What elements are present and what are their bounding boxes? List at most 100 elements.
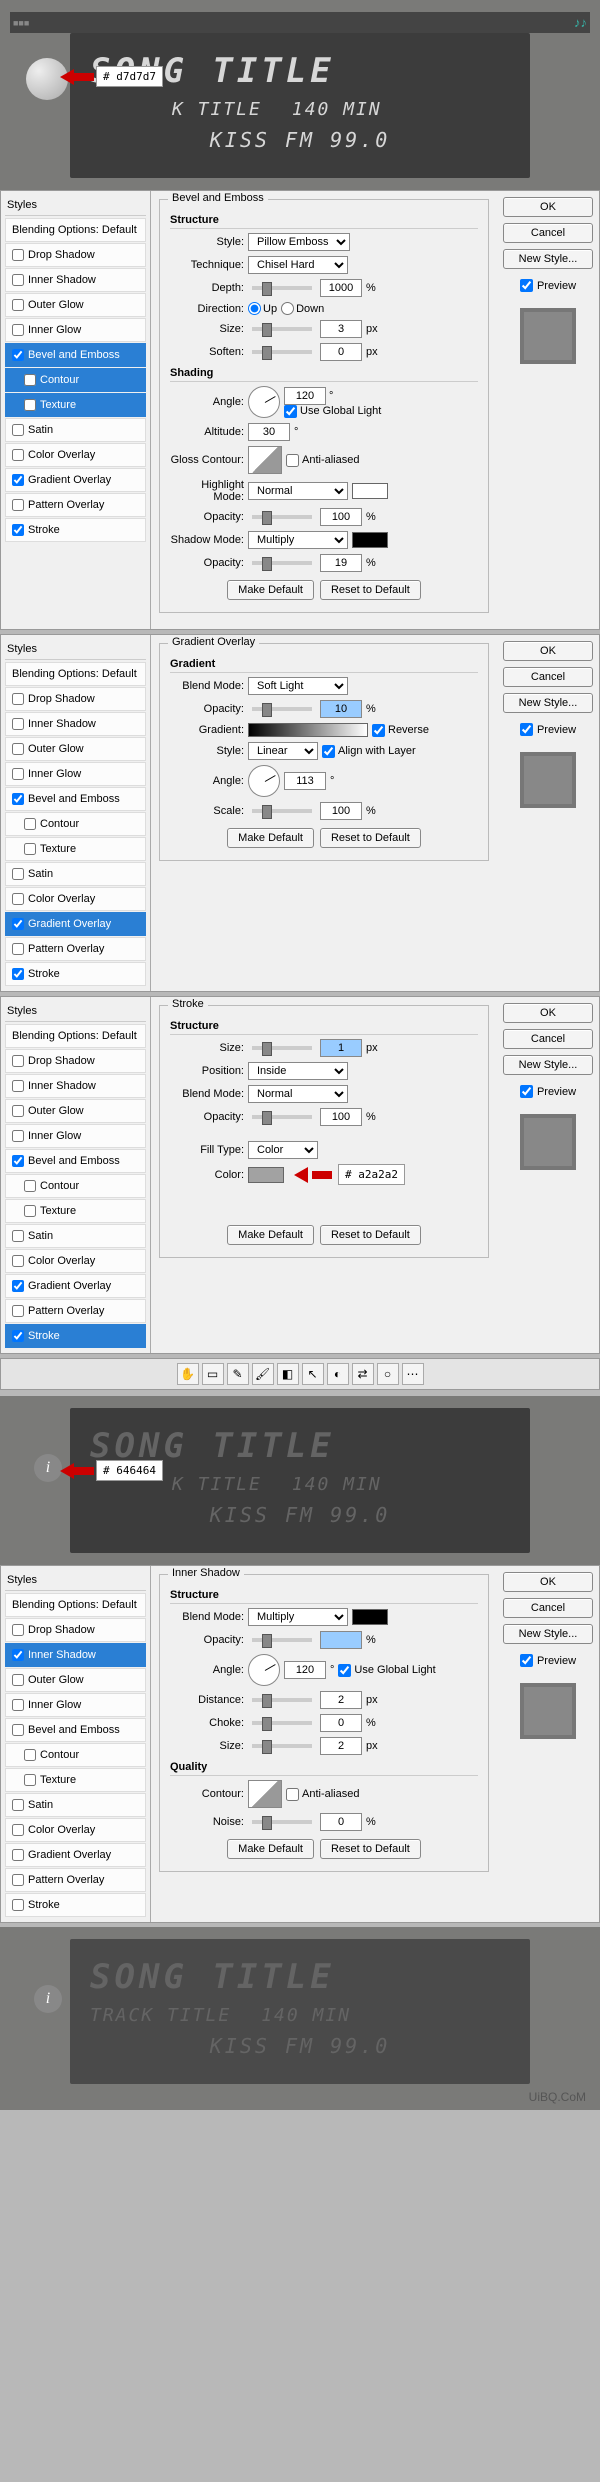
global-light-checkbox[interactable]: Use Global Light bbox=[284, 405, 381, 418]
hl-opacity-slider[interactable] bbox=[252, 515, 312, 519]
style-outer-glow[interactable]: Outer Glow bbox=[5, 737, 146, 761]
direction-down-radio[interactable]: Down bbox=[281, 302, 324, 315]
cursor-tool-icon[interactable]: ↖ bbox=[302, 1363, 324, 1385]
reset-default-button[interactable]: Reset to Default bbox=[320, 828, 421, 848]
style-color-overlay[interactable]: Color Overlay bbox=[5, 1249, 146, 1273]
position-select[interactable]: Inside bbox=[248, 1062, 348, 1080]
reverse-checkbox[interactable]: Reverse bbox=[372, 724, 429, 737]
gloss-contour-picker[interactable] bbox=[248, 446, 282, 474]
choke-input[interactable] bbox=[320, 1714, 362, 1732]
shadow-color-swatch[interactable] bbox=[352, 532, 388, 548]
altitude-input[interactable] bbox=[248, 423, 290, 441]
style-blending-options[interactable]: Blending Options: Default bbox=[5, 218, 146, 242]
style-satin[interactable]: Satin bbox=[5, 1793, 146, 1817]
style-texture[interactable]: Texture bbox=[5, 393, 146, 417]
style-stroke[interactable]: Stroke bbox=[5, 518, 146, 542]
anti-aliased-checkbox[interactable]: Anti-aliased bbox=[286, 454, 359, 467]
fill-tool-icon[interactable]: ◐ bbox=[327, 1363, 349, 1385]
drop-shadow-checkbox[interactable] bbox=[12, 249, 24, 261]
satin-checkbox[interactable] bbox=[12, 424, 24, 436]
distance-input[interactable] bbox=[320, 1691, 362, 1709]
blur-tool-icon[interactable]: ○ bbox=[377, 1363, 399, 1385]
style-drop-shadow[interactable]: Drop Shadow bbox=[5, 1618, 146, 1642]
is-anti-aliased-checkbox[interactable]: Anti-aliased bbox=[286, 1788, 359, 1801]
inner-shadow-checkbox[interactable] bbox=[12, 274, 24, 286]
shadow-mode-select[interactable]: Multiply bbox=[248, 531, 348, 549]
sh-opacity-slider[interactable] bbox=[252, 561, 312, 565]
fill-type-select[interactable]: Color bbox=[248, 1141, 318, 1159]
style-gradient-overlay[interactable]: Gradient Overlay bbox=[5, 912, 146, 936]
style-drop-shadow[interactable]: Drop Shadow bbox=[5, 243, 146, 267]
is-size-slider[interactable] bbox=[252, 1744, 312, 1748]
technique-select[interactable]: Chisel Hard bbox=[248, 256, 348, 274]
depth-input[interactable] bbox=[320, 279, 362, 297]
scale-slider[interactable] bbox=[252, 809, 312, 813]
preview-checkbox[interactable]: Preview bbox=[503, 279, 593, 292]
eraser-tool-icon[interactable]: ◧ bbox=[277, 1363, 299, 1385]
style-inner-shadow[interactable]: Inner Shadow bbox=[5, 1074, 146, 1098]
style-texture[interactable]: Texture bbox=[5, 1199, 146, 1223]
size-slider[interactable] bbox=[252, 327, 312, 331]
new-style-button[interactable]: New Style... bbox=[503, 693, 593, 713]
cancel-button[interactable]: Cancel bbox=[503, 223, 593, 243]
style-stroke[interactable]: Stroke bbox=[5, 962, 146, 986]
preview-checkbox[interactable]: Preview bbox=[503, 723, 593, 736]
ok-button[interactable]: OK bbox=[503, 197, 593, 217]
opacity-slider[interactable] bbox=[252, 707, 312, 711]
style-satin[interactable]: Satin bbox=[5, 862, 146, 886]
noise-slider[interactable] bbox=[252, 1820, 312, 1824]
soften-slider[interactable] bbox=[252, 350, 312, 354]
style-stroke[interactable]: Stroke bbox=[5, 1324, 146, 1348]
stroke-size-input[interactable] bbox=[320, 1039, 362, 1057]
reset-default-button[interactable]: Reset to Default bbox=[320, 580, 421, 600]
angle-dial[interactable] bbox=[248, 386, 280, 418]
make-default-button[interactable]: Make Default bbox=[227, 1225, 314, 1245]
align-layer-checkbox[interactable]: Align with Layer bbox=[322, 745, 416, 758]
inner-glow-checkbox[interactable] bbox=[12, 324, 24, 336]
hand-tool-icon[interactable]: ✋ bbox=[177, 1363, 199, 1385]
style-color-overlay[interactable]: Color Overlay bbox=[5, 887, 146, 911]
ok-button[interactable]: OK bbox=[503, 641, 593, 661]
cancel-button[interactable]: Cancel bbox=[503, 1598, 593, 1618]
preview-checkbox[interactable]: Preview bbox=[503, 1085, 593, 1098]
size-input[interactable] bbox=[320, 320, 362, 338]
pattern-overlay-checkbox[interactable] bbox=[12, 499, 24, 511]
style-inner-glow[interactable]: Inner Glow bbox=[5, 318, 146, 342]
stroke-checkbox[interactable] bbox=[12, 524, 24, 536]
style-inner-glow[interactable]: Inner Glow bbox=[5, 1124, 146, 1148]
style-bevel-emboss[interactable]: Bevel and Emboss bbox=[5, 787, 146, 811]
is-global-light-checkbox[interactable]: Use Global Light bbox=[338, 1664, 435, 1677]
style-stroke[interactable]: Stroke bbox=[5, 1893, 146, 1917]
stroke-size-slider[interactable] bbox=[252, 1046, 312, 1050]
opacity-input[interactable] bbox=[320, 700, 362, 718]
angle-dial[interactable] bbox=[248, 765, 280, 797]
style-satin[interactable]: Satin bbox=[5, 1224, 146, 1248]
is-size-input[interactable] bbox=[320, 1737, 362, 1755]
contour-picker[interactable] bbox=[248, 1780, 282, 1808]
reset-default-button[interactable]: Reset to Default bbox=[320, 1839, 421, 1859]
brush-tool-icon[interactable]: 🖌 bbox=[252, 1363, 274, 1385]
is-opacity-slider[interactable] bbox=[252, 1638, 312, 1642]
preview-checkbox[interactable]: Preview bbox=[503, 1654, 593, 1667]
style-color-overlay[interactable]: Color Overlay bbox=[5, 443, 146, 467]
style-blending-options[interactable]: Blending Options: Default bbox=[5, 662, 146, 686]
hl-opacity-input[interactable] bbox=[320, 508, 362, 526]
stroke-color-swatch[interactable] bbox=[248, 1167, 284, 1183]
angle-dial[interactable] bbox=[248, 1654, 280, 1686]
style-texture[interactable]: Texture bbox=[5, 837, 146, 861]
new-style-button[interactable]: New Style... bbox=[503, 1055, 593, 1075]
style-inner-glow[interactable]: Inner Glow bbox=[5, 1693, 146, 1717]
outer-glow-checkbox[interactable] bbox=[12, 299, 24, 311]
more-tool-icon[interactable]: ⋯ bbox=[402, 1363, 424, 1385]
grad-style-select[interactable]: Linear bbox=[248, 742, 318, 760]
pencil-tool-icon[interactable]: ✎ bbox=[227, 1363, 249, 1385]
is-color-swatch[interactable] bbox=[352, 1609, 388, 1625]
gradient-overlay-checkbox[interactable] bbox=[12, 474, 24, 486]
style-blending-options[interactable]: Blending Options: Default bbox=[5, 1593, 146, 1617]
style-gradient-overlay[interactable]: Gradient Overlay bbox=[5, 468, 146, 492]
ok-button[interactable]: OK bbox=[503, 1572, 593, 1592]
style-blending-options[interactable]: Blending Options: Default bbox=[5, 1024, 146, 1048]
new-style-button[interactable]: New Style... bbox=[503, 249, 593, 269]
is-angle-input[interactable] bbox=[284, 1661, 326, 1679]
reset-default-button[interactable]: Reset to Default bbox=[320, 1225, 421, 1245]
